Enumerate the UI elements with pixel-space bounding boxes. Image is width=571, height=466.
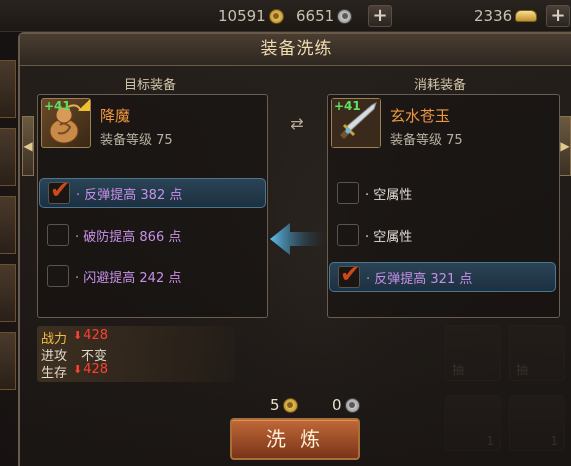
- checkbox[interactable]: [337, 224, 359, 246]
- attr-text: · 空属性: [365, 229, 413, 245]
- prev-arrow-icon[interactable]: ◀: [22, 116, 34, 176]
- equipment-slot[interactable]: [0, 332, 16, 390]
- ingot-icon: [515, 10, 538, 22]
- consume-attr-row-2[interactable]: · 空属性: [329, 220, 558, 250]
- silver-coin-icon: [337, 8, 353, 24]
- checkbox[interactable]: [337, 182, 359, 204]
- equipment-slot[interactable]: [0, 196, 16, 254]
- gold-currency: 10591: [218, 7, 284, 25]
- gold-coin-icon: [268, 8, 284, 24]
- add-ingot-button[interactable]: +: [546, 5, 570, 27]
- attr-text: · 闪避提高 242 点: [75, 270, 182, 286]
- checked-checkbox[interactable]: [48, 176, 70, 204]
- target-attr-row-3[interactable]: · 闪避提高 242 点: [39, 261, 266, 291]
- target-equipment-box: +41 降魔 装备等级 75 · 反弹提高 382 点 · 破防提高 866 点…: [37, 94, 268, 318]
- consume-label: 消耗装备: [414, 78, 467, 93]
- enhance-level-badge: +41: [44, 99, 71, 113]
- silver-currency: 6651: [296, 7, 353, 25]
- survive-label: 生存: [41, 366, 68, 381]
- swap-icon[interactable]: ⇄: [288, 116, 306, 140]
- equipment-slot[interactable]: [0, 128, 16, 186]
- equipment-slot[interactable]: [0, 60, 16, 118]
- silver-amount: 6651: [296, 7, 335, 25]
- transfer-arrow-icon: [270, 223, 326, 255]
- survive-stat: 生存 428: [41, 362, 108, 381]
- add-currency-button[interactable]: +: [368, 5, 392, 27]
- checkbox[interactable]: [47, 265, 69, 287]
- gold-amount: 10591: [218, 7, 266, 25]
- target-item-level: 装备等级 75: [100, 133, 173, 148]
- target-label: 目标装备: [124, 78, 177, 93]
- consume-attr-row-3[interactable]: · 反弹提高 321 点: [329, 260, 556, 292]
- gold-cost: 5: [270, 396, 298, 414]
- survive-value: 428: [73, 362, 108, 381]
- consume-attr-row-1[interactable]: · 空属性: [329, 178, 558, 208]
- target-attr-row-1[interactable]: · 反弹提高 382 点: [39, 176, 266, 208]
- consume-item-icon[interactable]: +41: [331, 98, 381, 148]
- currency-bar: 10591 6651 + 2336 +: [0, 0, 571, 32]
- refine-button[interactable]: 洗 炼: [230, 418, 360, 460]
- ingot-amount: 2336: [474, 7, 513, 25]
- enhance-level-badge: +41: [334, 99, 361, 113]
- gold-cost-amount: 5: [270, 396, 280, 414]
- consume-item-name: 玄水苍玉: [390, 107, 451, 125]
- attr-text: · 反弹提高 382 点: [76, 187, 183, 203]
- panel-title: 装备洗练: [20, 34, 571, 66]
- ingot-currency: 2336: [474, 7, 538, 25]
- silver-coin-icon: [344, 397, 360, 413]
- silver-cost-amount: 0: [332, 396, 342, 414]
- checked-checkbox[interactable]: [338, 260, 360, 288]
- equipment-slot[interactable]: [0, 264, 16, 322]
- consume-item-level: 装备等级 75: [390, 133, 463, 148]
- quality-corner-icon: [78, 99, 90, 111]
- stat-change-panel: 战力 428 进攻 不变 生存 428: [37, 326, 235, 382]
- left-equipment-slots: [0, 60, 16, 400]
- attr-text: · 破防提高 866 点: [75, 229, 182, 245]
- checkbox[interactable]: [47, 224, 69, 246]
- target-attr-row-2[interactable]: · 破防提高 866 点: [39, 220, 266, 250]
- refine-panel: 装备洗练 目标装备 消耗装备 ◀ ▶ +41 降魔 装备等级 75 · 反弹提高…: [18, 32, 571, 466]
- target-item-icon[interactable]: +41: [41, 98, 91, 148]
- silver-cost: 0: [332, 396, 360, 414]
- gold-coin-icon: [282, 397, 298, 413]
- consume-equipment-box: +41 玄水苍玉 装备等级 75 · 空属性 · 空属性 · 反弹提高 321 …: [327, 94, 560, 318]
- next-arrow-icon[interactable]: ▶: [559, 116, 571, 176]
- attr-text: · 反弹提高 321 点: [366, 271, 473, 287]
- attr-text: · 空属性: [365, 187, 413, 203]
- target-item-name: 降魔: [100, 107, 131, 125]
